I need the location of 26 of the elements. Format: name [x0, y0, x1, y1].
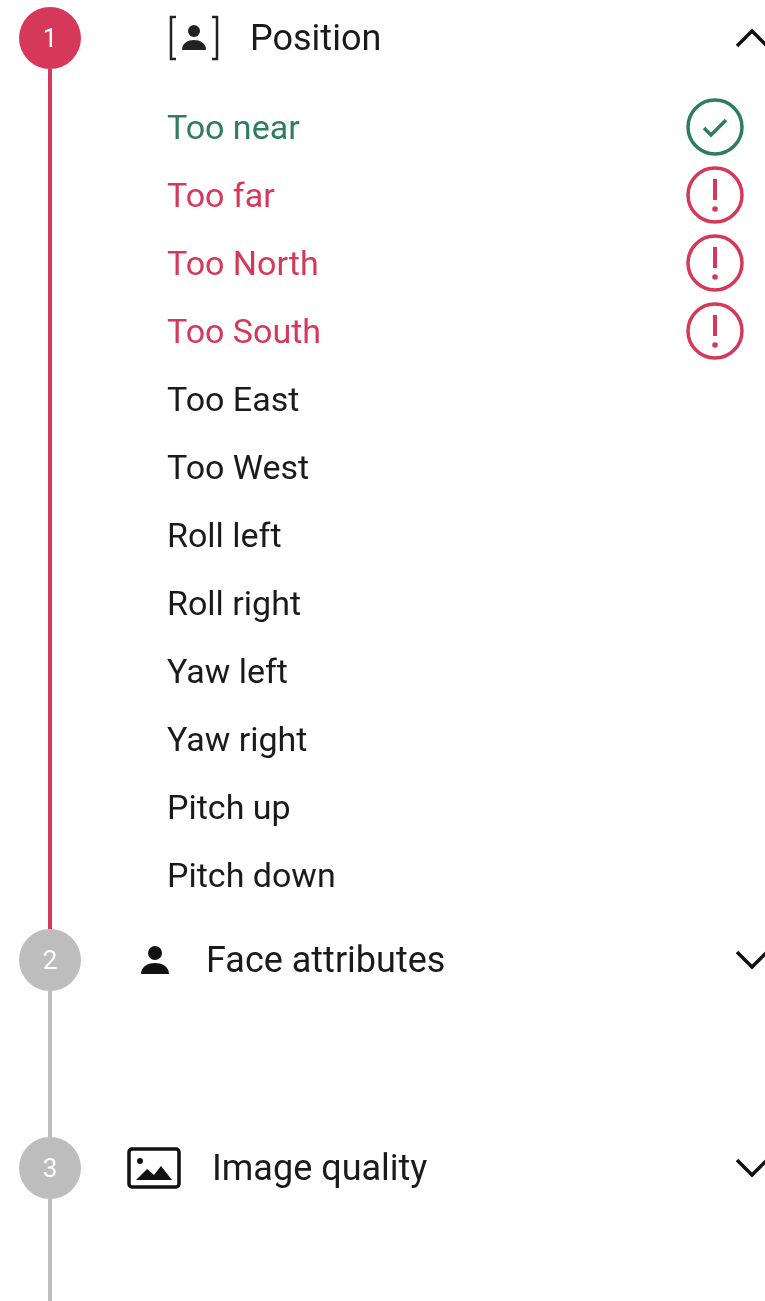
check-label: Too South	[167, 314, 322, 348]
chevron-up-icon[interactable]	[735, 28, 765, 48]
image-icon	[127, 1147, 181, 1189]
step-title: Face attributes	[206, 942, 446, 978]
check-label: Yaw right	[167, 722, 308, 756]
chevron-down-icon[interactable]	[735, 950, 765, 970]
step-number: 2	[19, 929, 81, 991]
step-title: Image quality	[212, 1150, 428, 1186]
check-label: Too North	[167, 246, 319, 280]
person-frame-icon	[168, 14, 220, 62]
check-label: Too West	[167, 450, 310, 484]
check-label: Too far	[167, 178, 275, 212]
check-label: Roll right	[167, 586, 302, 620]
step-header[interactable]: Face attributes	[100, 929, 765, 991]
check-label: Pitch down	[167, 858, 336, 892]
step-number: 1	[19, 7, 81, 69]
step-header[interactable]: Position	[100, 7, 765, 69]
check-label: Roll left	[167, 518, 282, 552]
step-title: Position	[250, 20, 382, 56]
step-number: 3	[19, 1137, 81, 1199]
check-label: Too East	[167, 382, 300, 416]
step-header[interactable]: Image quality	[100, 1137, 765, 1199]
check-label: Pitch up	[167, 790, 291, 824]
chevron-down-icon[interactable]	[735, 1158, 765, 1178]
check-label: Yaw left	[167, 654, 288, 688]
check-label: Too near	[167, 110, 300, 144]
